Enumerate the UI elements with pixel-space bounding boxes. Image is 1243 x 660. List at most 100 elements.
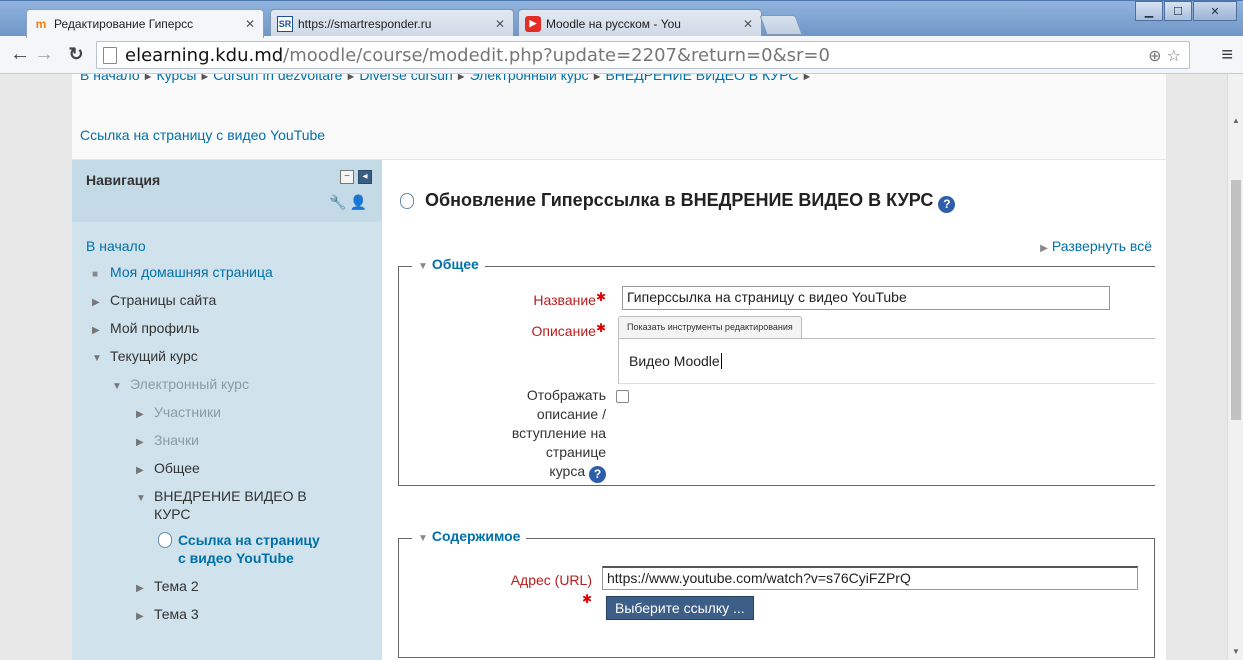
collapse-arrow-icon: ▼ <box>92 353 102 364</box>
breadcrumb-link[interactable]: Diverse cursuri <box>359 74 452 83</box>
nav-current-course[interactable]: ▼ Текущий курс <box>92 348 198 364</box>
nav-active-link-cont: с видео YouTube <box>178 550 294 566</box>
back-arrow-icon[interactable]: ← <box>8 43 32 66</box>
required-icon: ✱ <box>595 290 606 304</box>
page-title: Обновление Гиперссылка в ВНЕДРЕНИЕ ВИДЕО… <box>400 190 956 213</box>
navigation-title: Навигация <box>86 172 161 188</box>
name-label: Название✱ <box>412 288 606 310</box>
nav-label: ВНЕДРЕНИЕ ВИДЕО В <box>154 488 307 504</box>
nav-video-section-cont: КУРС <box>154 506 191 522</box>
nav-label: Страницы сайта <box>110 292 217 308</box>
required-icon: ✱ <box>581 592 592 606</box>
expand-arrow-icon: ▶ <box>92 325 100 336</box>
url-label: Адрес (URL) ✱ <box>412 571 592 609</box>
breadcrumb-link[interactable]: ВНЕДРЕНИЕ ВИДЕО В КУРС <box>605 74 798 83</box>
name-input[interactable]: Гиперссылка на страницу с видео YouTube <box>622 286 1110 310</box>
window-controls: ▁ ☐ ✕ <box>1134 1 1237 21</box>
expand-arrow-icon: ▶ <box>136 611 144 622</box>
expand-arrow-icon: ▶ <box>1040 243 1048 254</box>
expand-all-link[interactable]: ▶ Развернуть всё <box>1040 238 1152 254</box>
description-text: Видео Moodle <box>629 353 720 369</box>
general-legend[interactable]: ▼ Общее <box>412 256 485 272</box>
reload-icon[interactable]: ↻ <box>64 44 88 65</box>
show-description-checkbox[interactable] <box>616 390 629 403</box>
legend-label: Общее <box>431 256 479 272</box>
collapse-block-icon[interactable]: − <box>340 170 354 184</box>
navigation-header: Навигация − ◂ 🔧👤 <box>72 160 382 222</box>
description-editor[interactable]: Видео Moodle <box>618 338 1155 384</box>
breadcrumb-link[interactable]: Электронный курс <box>470 74 589 83</box>
show-desc-line-last: курса ? <box>412 462 606 483</box>
nav-video-section[interactable]: ▼ ВНЕДРЕНИЕ ВИДЕО В <box>136 488 307 504</box>
nav-topic-3[interactable]: ▶ Тема 3 <box>136 606 199 622</box>
maximize-icon[interactable]: ☐ <box>1164 1 1192 21</box>
collapse-arrow-icon: ▼ <box>418 533 428 544</box>
breadcrumb-separator: ► <box>455 74 467 83</box>
tab-edit-hyperlink[interactable]: m Редактирование Гиперсс ✕ <box>26 9 264 38</box>
hamburger-menu-icon[interactable]: ≡ <box>1221 44 1233 67</box>
help-icon[interactable]: ? <box>589 466 606 483</box>
collapse-arrow-icon: ▼ <box>112 381 122 392</box>
nav-course[interactable]: ▼ Электронный курс <box>112 376 249 392</box>
breadcrumb-row-1: В начало ► Курсы ► Cursuri în dezvoltare ► Div… <box>80 74 815 87</box>
scroll-down-icon[interactable]: ▼ <box>1232 647 1240 656</box>
name-label-text: Название <box>533 292 596 308</box>
page-icon <box>158 532 172 548</box>
nav-my-home[interactable]: ■ Моя домашняя страница <box>92 264 273 280</box>
block-settings-icons[interactable]: 🔧👤 <box>329 194 370 211</box>
nav-topic-2[interactable]: ▶ Тема 2 <box>136 578 199 594</box>
forward-arrow-icon[interactable]: → <box>32 43 56 66</box>
minimize-icon[interactable]: ▁ <box>1135 1 1163 21</box>
nav-active-link[interactable]: Ссылка на страницу <box>158 532 320 548</box>
url-path: /moodle/course/modedit.php?update=2207&r… <box>283 44 830 66</box>
nav-label: Участники <box>154 404 221 420</box>
close-tab-icon[interactable]: ✕ <box>245 17 255 31</box>
nav-badges[interactable]: ▶ Значки <box>136 432 199 448</box>
nav-label: Значки <box>154 432 199 448</box>
scrollbar-thumb[interactable] <box>1231 180 1241 420</box>
nav-participants[interactable]: ▶ Участники <box>136 404 221 420</box>
content-legend[interactable]: ▼ Содержимое <box>412 528 527 544</box>
show-desc-line: описание / <box>536 406 606 422</box>
youtube-logo-icon: ▶ <box>525 15 541 32</box>
close-tab-icon[interactable]: ✕ <box>495 17 505 31</box>
scroll-up-icon[interactable]: ▲ <box>1232 116 1240 125</box>
tab-youtube[interactable]: ▶ Moodle на русском - You ✕ <box>518 9 762 37</box>
nav-site-pages[interactable]: ▶ Страницы сайта <box>92 292 216 308</box>
nav-my-profile[interactable]: ▶ Мой профиль <box>92 320 199 336</box>
tab-smartresponder[interactable]: SR https://smartresponder.ru ✕ <box>270 9 514 37</box>
help-icon[interactable]: ? <box>938 196 956 213</box>
zoom-and-bookmark-icons[interactable]: ⊕ ☆ <box>1148 46 1181 65</box>
breadcrumb-current: Ссылка на страницу с видео YouTube <box>80 127 326 143</box>
nav-label: Текущий курс <box>110 348 198 364</box>
breadcrumb-link[interactable]: В начало <box>80 74 140 83</box>
nav-label: Общее <box>154 460 200 476</box>
choose-link-button[interactable]: Выберите ссылку ... <box>606 596 754 620</box>
address-bar[interactable]: elearning.kdu.md/moodle/course/modedit.p… <box>96 41 1190 69</box>
url-host: elearning.kdu.md <box>125 44 284 66</box>
page-title-text: Обновление Гиперссылка в ВНЕДРЕНИЕ ВИДЕО… <box>425 190 934 210</box>
show-desc-line: курса <box>549 463 586 479</box>
sr-logo-icon: SR <box>277 15 293 32</box>
new-tab-button[interactable] <box>759 15 803 35</box>
bullet-icon: ■ <box>92 269 99 280</box>
vertical-scrollbar[interactable]: ▲ ▼ <box>1227 74 1243 660</box>
expand-arrow-icon: ▶ <box>136 437 144 448</box>
dock-block-icon[interactable]: ◂ <box>358 170 372 184</box>
nav-label: Моя домашняя страница <box>110 264 273 280</box>
close-tab-icon[interactable]: ✕ <box>743 17 753 31</box>
editor-toolbar-toggle[interactable]: Показать инструменты редактирования <box>618 316 802 338</box>
nav-general[interactable]: ▶ Общее <box>136 460 200 476</box>
nav-home[interactable]: В начало <box>86 238 146 254</box>
description-label: Описание✱ <box>412 319 606 341</box>
expand-arrow-icon: ▶ <box>136 409 144 420</box>
show-desc-line: Отображать <box>526 387 606 403</box>
expand-all-label: Развернуть всё <box>1051 238 1152 254</box>
url-label-text: Адрес (URL) <box>510 572 592 588</box>
close-window-icon[interactable]: ✕ <box>1193 1 1237 21</box>
expand-arrow-icon: ▶ <box>92 297 100 308</box>
url-input[interactable]: https://www.youtube.com/watch?v=s76CyiFZ… <box>602 566 1138 590</box>
breadcrumb-link[interactable]: Cursuri în dezvoltare <box>213 74 342 83</box>
breadcrumb-separator: ► <box>142 74 154 83</box>
breadcrumb-link[interactable]: Курсы <box>157 74 197 83</box>
